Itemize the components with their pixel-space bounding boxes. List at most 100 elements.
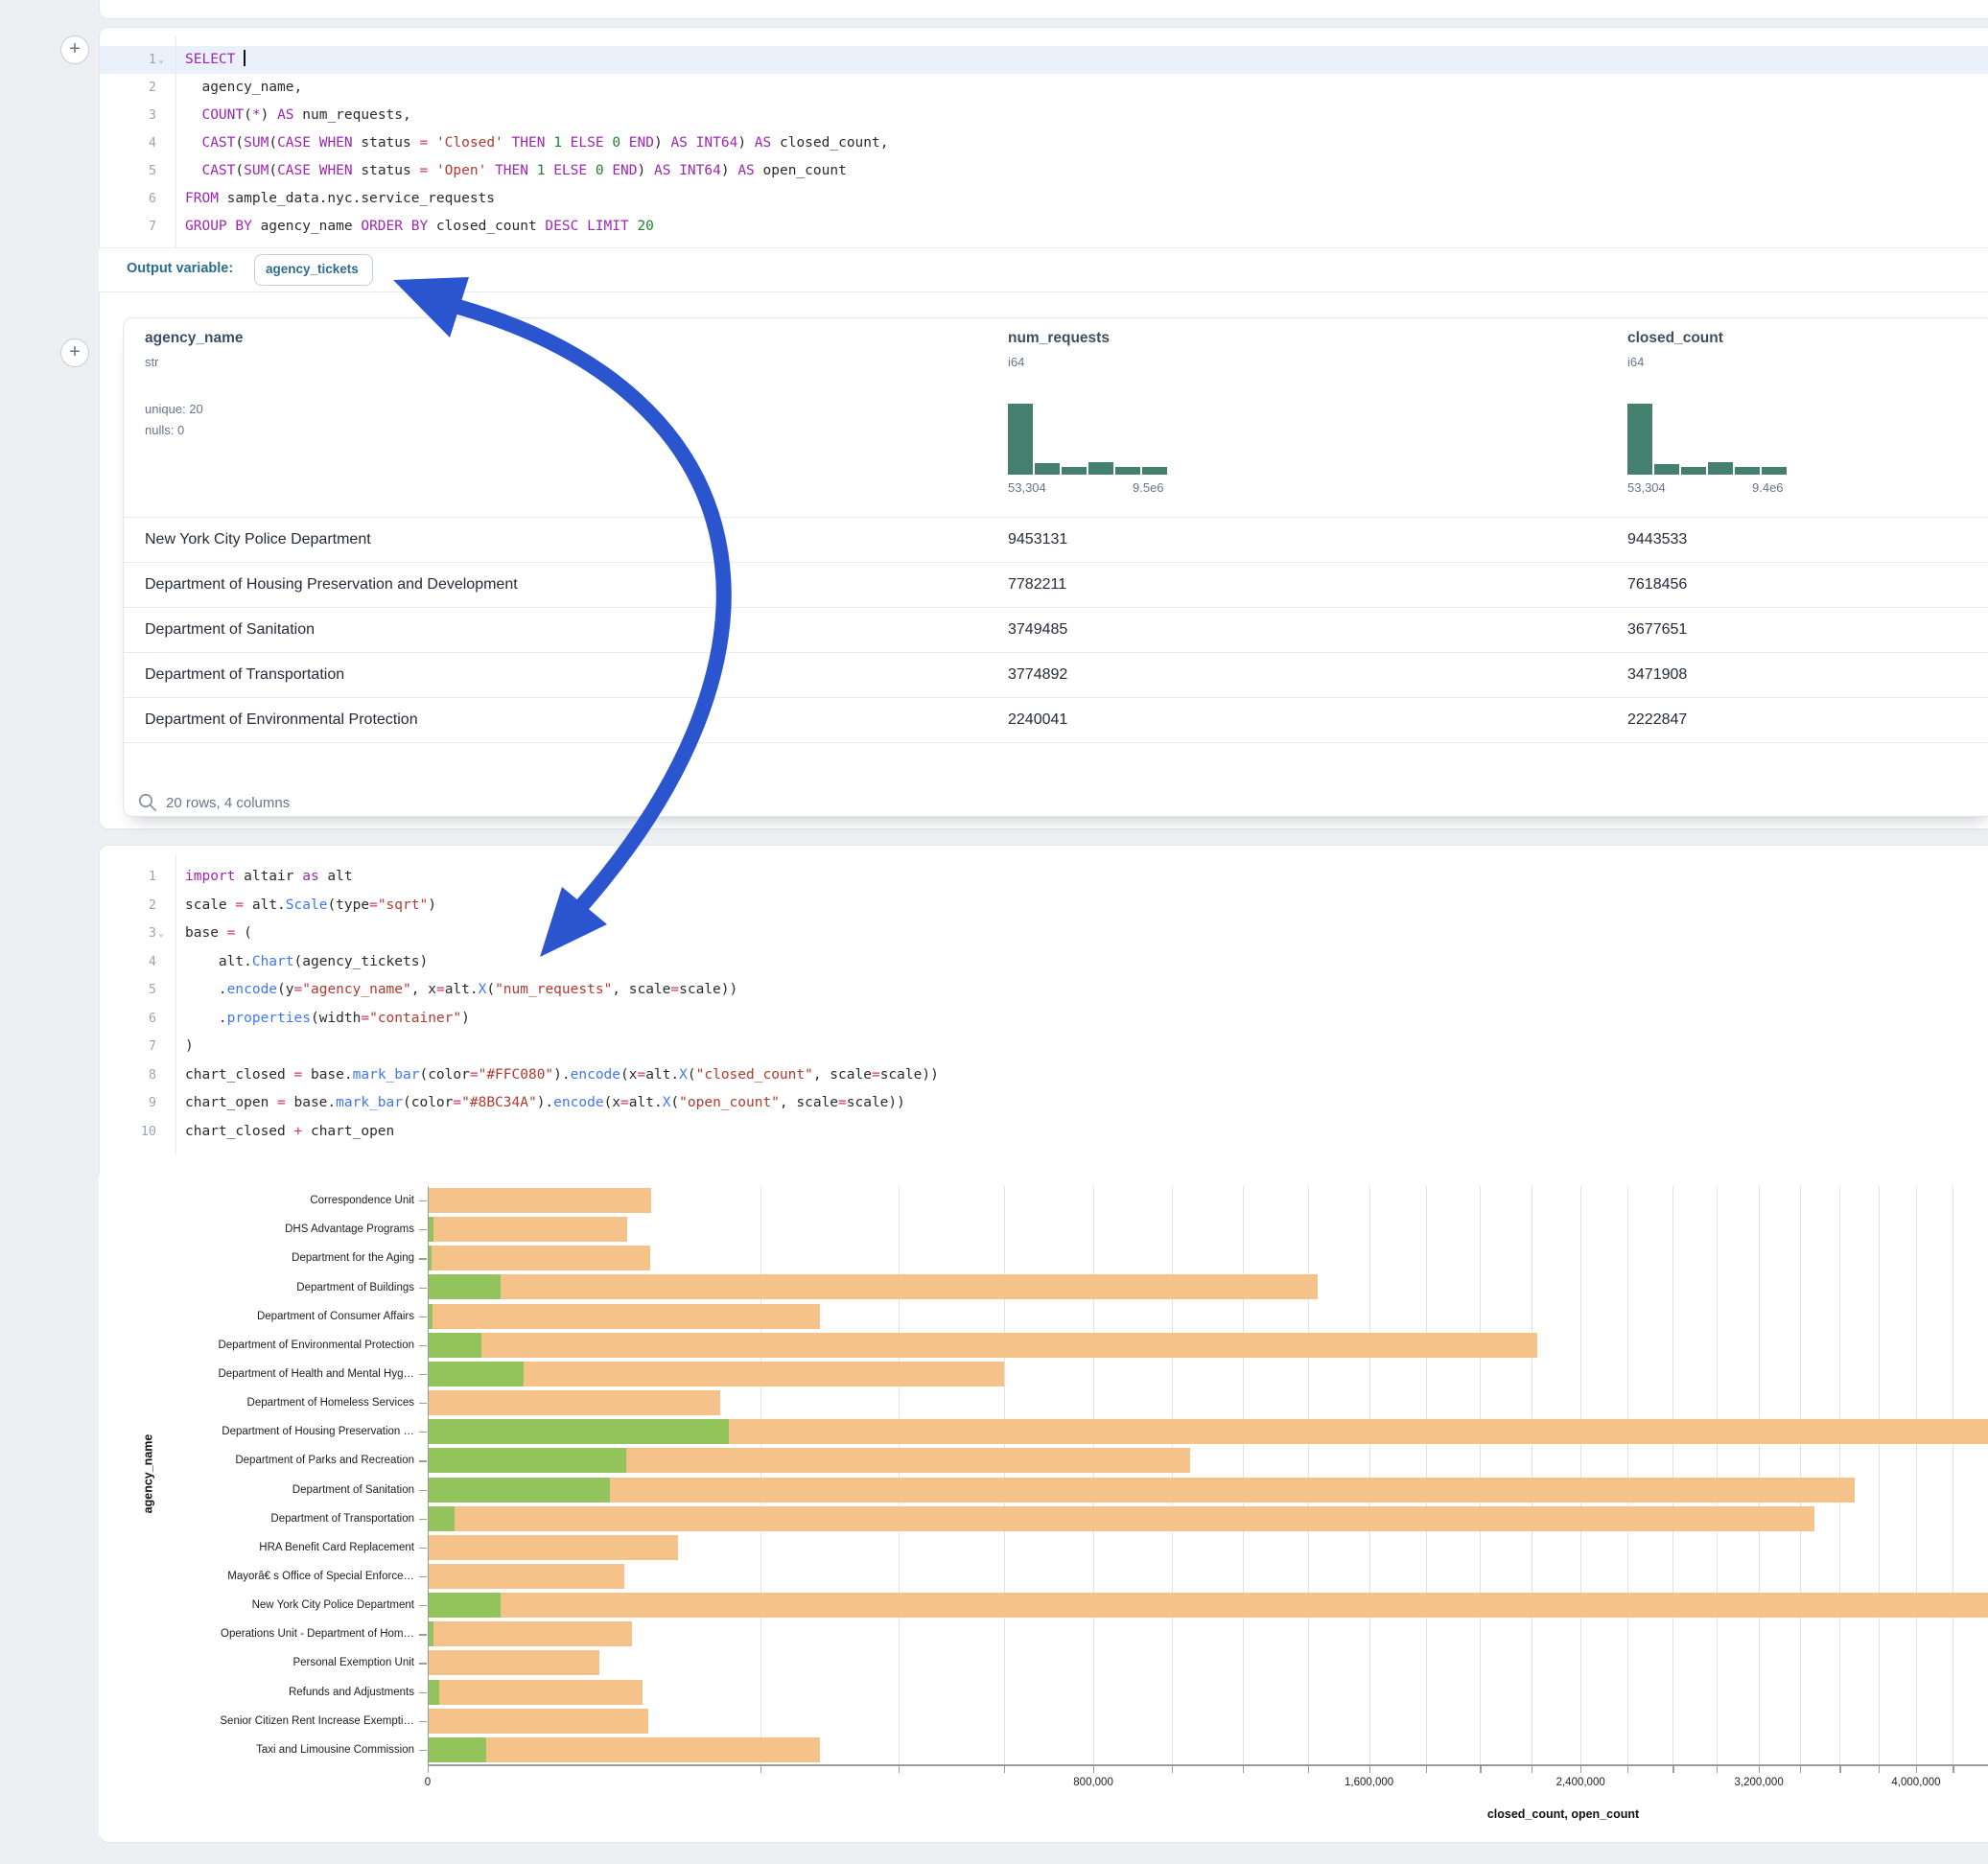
column-header-closed_count[interactable]: closed_count xyxy=(1627,330,1723,347)
x-tick-mark xyxy=(1800,1766,1801,1773)
code-line[interactable]: 7) xyxy=(99,1033,1988,1061)
x-tick-mark xyxy=(1672,1766,1673,1773)
gridline xyxy=(1800,1186,1801,1764)
bar-closed-count xyxy=(428,1564,624,1589)
row-divider xyxy=(124,742,1988,743)
y-axis-label: Department of Buildings xyxy=(99,1280,414,1295)
gridline xyxy=(1672,1186,1673,1764)
code-line[interactable]: 3 COUNT(*) AS num_requests, xyxy=(99,102,1988,129)
y-axis-label: DHS Advantage Programs xyxy=(99,1222,414,1237)
bar-closed-count xyxy=(428,1680,643,1705)
code-line[interactable]: 9chart_open = base.mark_bar(color="#8BC3… xyxy=(99,1089,1988,1118)
code-line[interactable]: 7GROUP BY agency_name ORDER BY closed_co… xyxy=(99,213,1988,241)
code-line[interactable]: 2 agency_name, xyxy=(99,74,1988,102)
x-tick-mark xyxy=(1093,1766,1094,1773)
table-cell: Department of Environmental Protection xyxy=(145,697,418,742)
fold-chevron-icon[interactable]: ⌄ xyxy=(158,920,170,948)
x-tick-mark xyxy=(1580,1766,1581,1773)
y-axis-label: Department of Health and Mental Hyg… xyxy=(99,1366,414,1382)
code-line[interactable]: 5 CAST(SUM(CASE WHEN status = 'Open' THE… xyxy=(99,157,1988,185)
y-tick-mark xyxy=(419,1692,427,1693)
code-line[interactable]: 6 .properties(width="container") xyxy=(99,1005,1988,1034)
output-variable-label: Output variable: xyxy=(127,261,233,276)
bar-open-count xyxy=(428,1362,524,1386)
x-axis-label: 1,600,000 xyxy=(1345,1777,1393,1788)
gridline xyxy=(1426,1186,1427,1764)
output-variable-row: Output variable: agency_tickets xyxy=(99,247,1988,292)
y-axis-label: Taxi and Limousine Commission xyxy=(99,1742,414,1758)
x-tick-mark xyxy=(1916,1766,1917,1773)
code-line[interactable]: 8chart_closed = base.mark_bar(color="#FF… xyxy=(99,1061,1988,1090)
gridline xyxy=(1627,1186,1628,1764)
code-text: scale = alt.Scale(type="sqrt") xyxy=(185,892,436,920)
gridline xyxy=(1717,1186,1718,1764)
y-axis-label: Correspondence Unit xyxy=(99,1193,414,1208)
line-number: 5 xyxy=(99,976,156,1005)
bar-open-count xyxy=(428,1478,610,1503)
gridline xyxy=(1093,1186,1094,1764)
y-axis-line xyxy=(428,1186,429,1764)
row-count-status[interactable]: 20 rows, 4 columns xyxy=(166,795,290,811)
code-line[interactable]: 10chart_closed + chart_open xyxy=(99,1118,1988,1147)
text-cursor xyxy=(244,50,246,66)
x-tick-mark xyxy=(1717,1766,1718,1773)
y-axis-label: Department of Homeless Services xyxy=(99,1395,414,1410)
y-axis-label: Department of Transportation xyxy=(99,1511,414,1526)
y-tick-mark xyxy=(419,1403,427,1404)
y-axis-label: Refunds and Adjustments xyxy=(99,1685,414,1700)
bar-closed-count xyxy=(428,1390,720,1415)
line-number: 2 xyxy=(99,892,156,920)
bar-closed-count xyxy=(428,1506,1814,1531)
code-line[interactable]: 5 .encode(y="agency_name", x=alt.X("num_… xyxy=(99,976,1988,1005)
line-number: 8 xyxy=(99,1061,156,1090)
line-number: 9 xyxy=(99,1089,156,1118)
bar-open-count xyxy=(428,1419,729,1444)
code-line[interactable]: 4 alt.Chart(agency_tickets) xyxy=(99,948,1988,977)
table-cell: 3471908 xyxy=(1627,652,1687,697)
x-tick-mark xyxy=(1369,1766,1370,1773)
code-line[interactable]: 2 scale = alt.Scale(type="sqrt") xyxy=(99,892,1988,920)
bar-open-count xyxy=(428,1593,501,1618)
code-line[interactable]: 1import altair as alt xyxy=(99,863,1988,892)
dataframe-preview: agency_namestrunique: 20nulls: 0num_requ… xyxy=(123,317,1988,817)
column-header-num_requests[interactable]: num_requests xyxy=(1008,330,1110,347)
bar-closed-count xyxy=(428,1478,1855,1503)
bar-closed-count xyxy=(428,1188,651,1213)
y-axis-label: Department of Housing Preservation … xyxy=(99,1424,414,1439)
x-tick-mark xyxy=(428,1766,429,1773)
y-tick-mark xyxy=(419,1258,427,1259)
y-tick-mark xyxy=(419,1490,427,1491)
code-text: COUNT(*) AS num_requests, xyxy=(185,102,411,129)
y-tick-mark xyxy=(419,1432,427,1433)
code-text: FROM sample_data.nyc.service_requests xyxy=(185,185,495,213)
code-line[interactable]: 4 CAST(SUM(CASE WHEN status = 'Closed' T… xyxy=(99,129,1988,157)
x-axis-label: 800,000 xyxy=(1073,1777,1113,1788)
code-text: ) xyxy=(185,1033,194,1061)
table-cell: 3677651 xyxy=(1627,607,1687,652)
line-number: 6 xyxy=(99,185,156,213)
gridline xyxy=(760,1186,761,1764)
bar-closed-count xyxy=(428,1274,1318,1299)
column-dtype: i64 xyxy=(1627,355,1644,369)
line-number: 7 xyxy=(99,213,156,241)
add-cell-button-top[interactable]: + xyxy=(60,35,89,64)
column-header-agency_name[interactable]: agency_name xyxy=(145,330,244,347)
line-number: 6 xyxy=(99,1005,156,1034)
line-number: 3 xyxy=(99,102,156,129)
code-line[interactable]: 3⌄base = ( xyxy=(99,920,1988,948)
code-line[interactable]: 6 FROM sample_data.nyc.service_requests xyxy=(99,185,1988,213)
fold-chevron-icon[interactable]: ⌄ xyxy=(158,46,170,74)
x-tick-mark xyxy=(1243,1766,1244,1773)
gridline xyxy=(899,1186,900,1764)
output-variable-pill[interactable]: agency_tickets xyxy=(254,254,373,286)
y-tick-mark xyxy=(419,1374,427,1375)
code-line[interactable]: 1⌄SELECT xyxy=(99,46,1988,74)
bar-closed-count xyxy=(428,1333,1537,1358)
line-number: 1 xyxy=(99,46,156,74)
y-axis-label: Department of Parks and Recreation xyxy=(99,1453,414,1468)
search-icon[interactable] xyxy=(137,792,158,813)
x-axis-label: 4,000,000 xyxy=(1891,1777,1940,1788)
x-tick-mark xyxy=(1172,1766,1173,1773)
add-cell-button-output[interactable]: + xyxy=(60,338,89,367)
code-text: CAST(SUM(CASE WHEN status = 'Open' THEN … xyxy=(185,157,847,185)
